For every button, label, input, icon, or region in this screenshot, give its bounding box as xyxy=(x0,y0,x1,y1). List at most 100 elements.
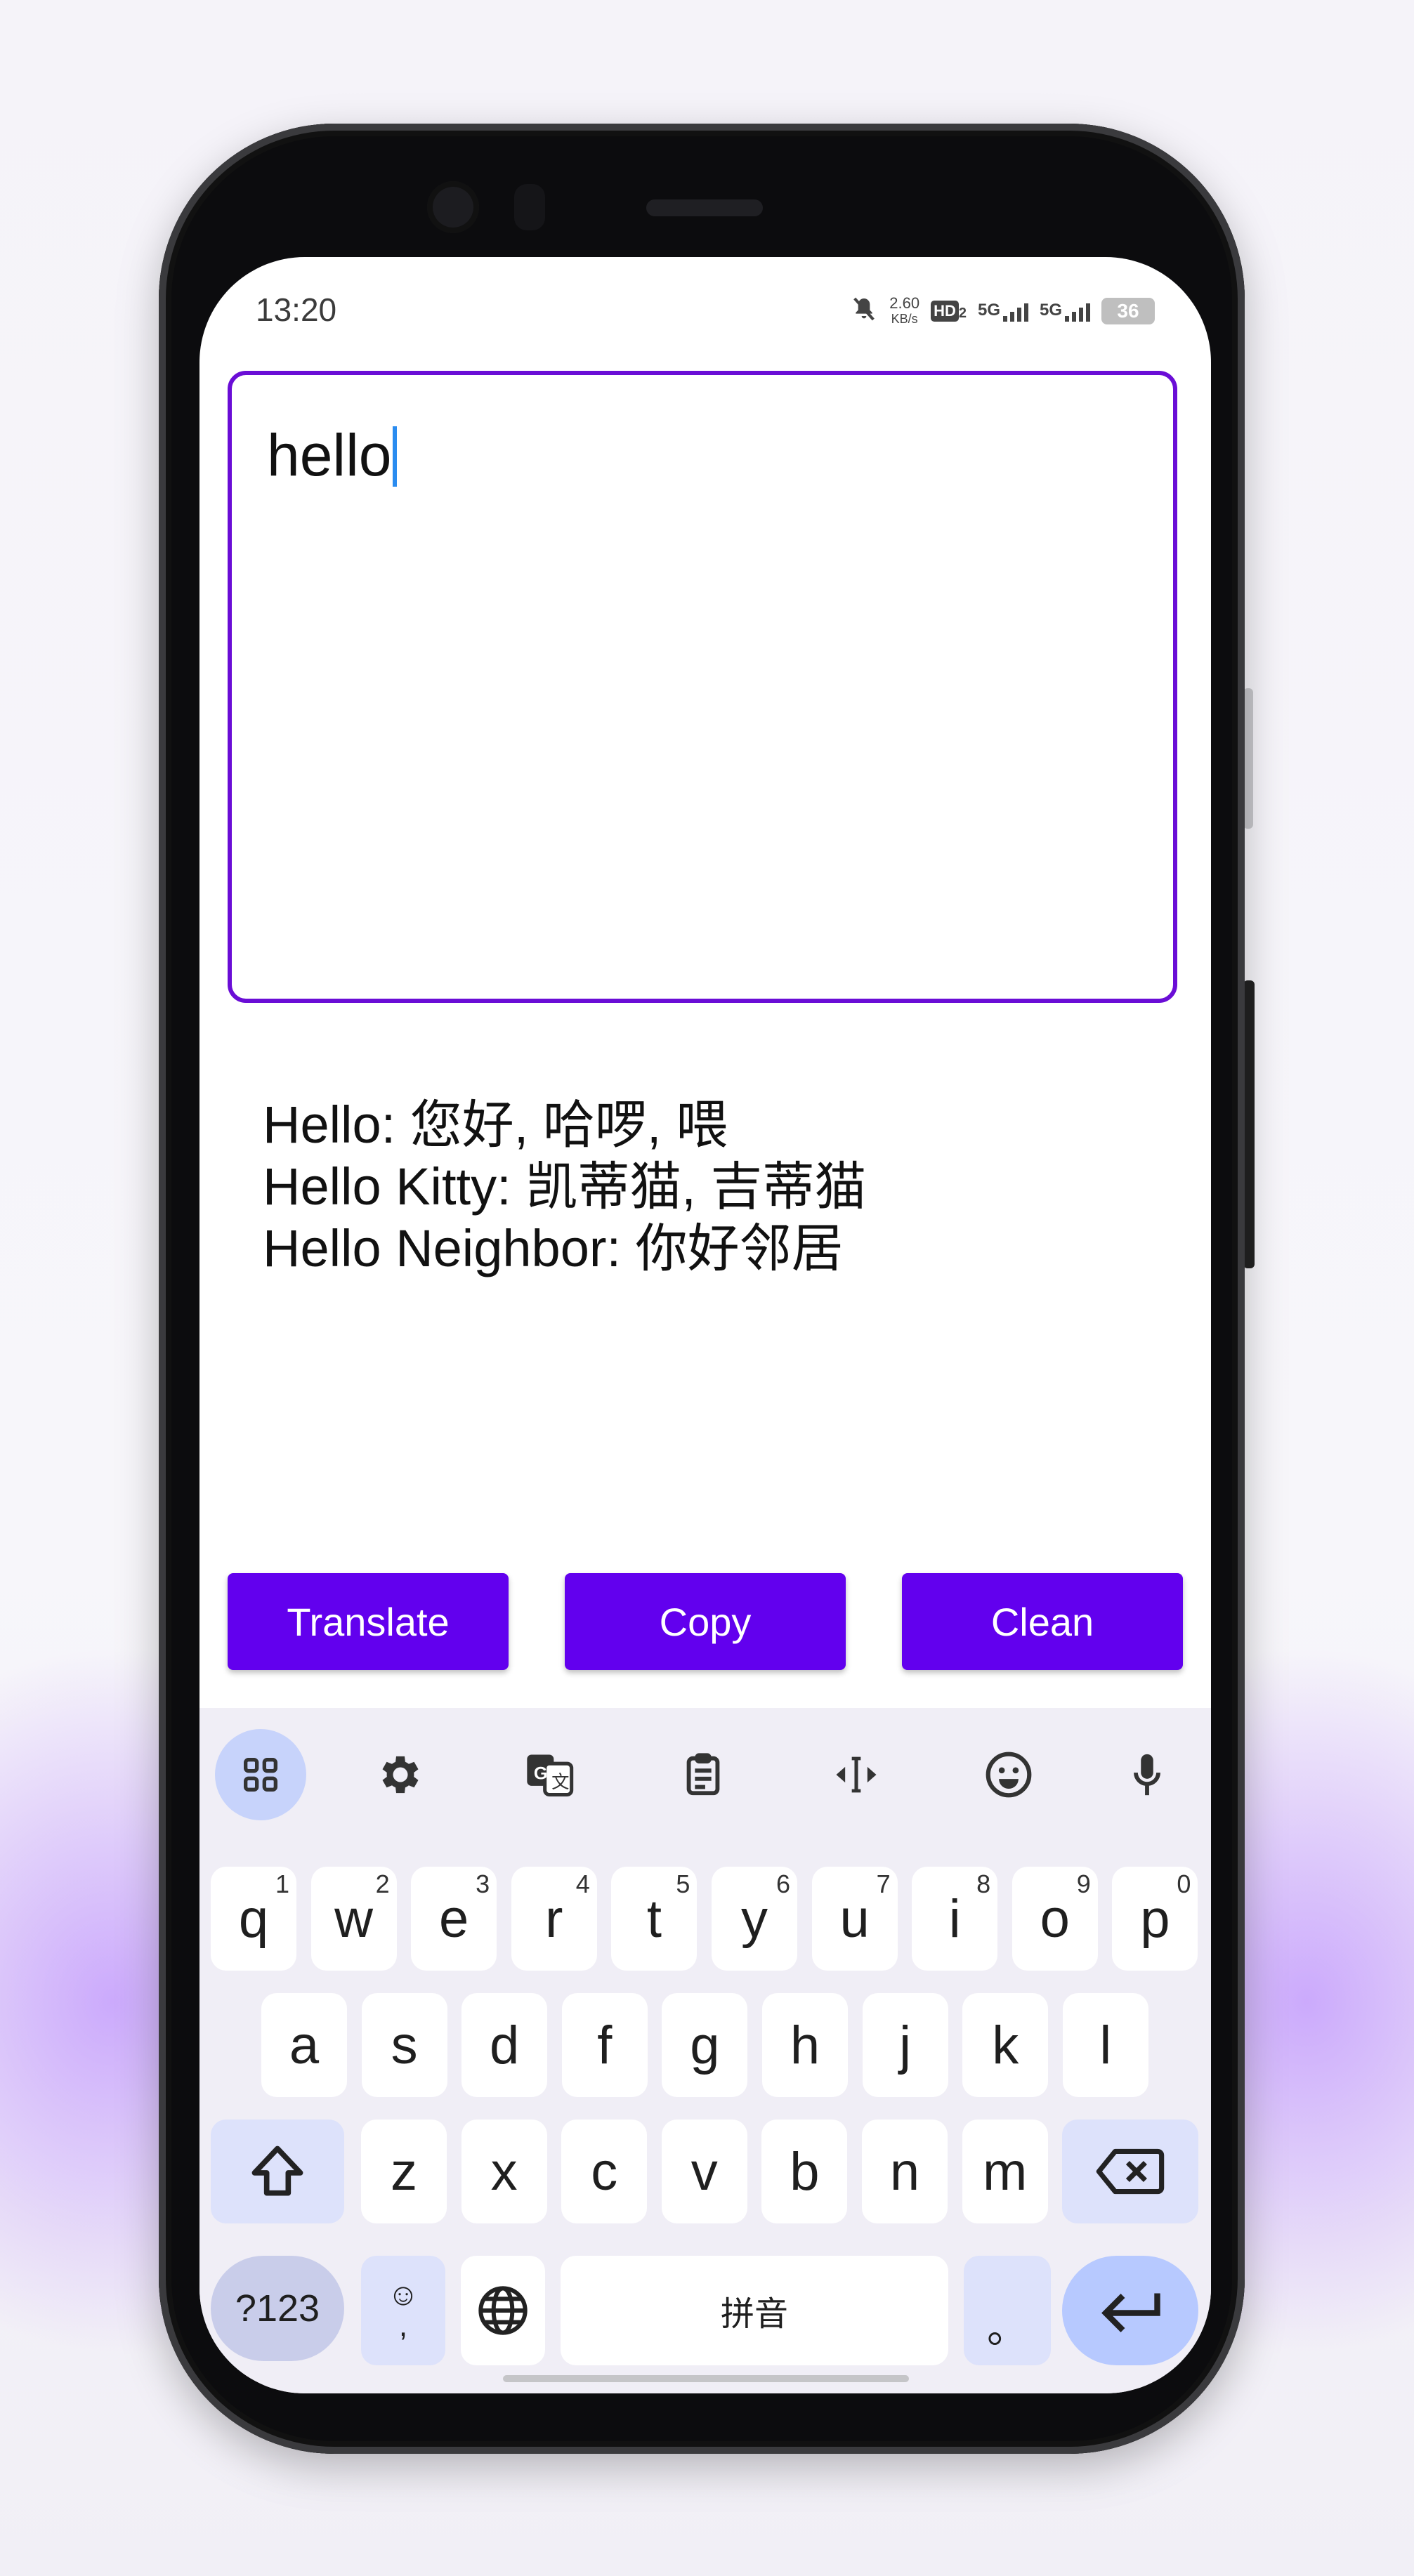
key-hint: 0 xyxy=(1177,1869,1191,1898)
key-w[interactable]: w2 xyxy=(310,1867,397,1971)
space-key[interactable]: 拼音 xyxy=(561,2256,948,2365)
key-d[interactable]: d xyxy=(461,1993,548,2097)
key-r[interactable]: r4 xyxy=(511,1867,597,1971)
key-a[interactable]: a xyxy=(261,1993,347,2097)
hd-sub: 2 xyxy=(958,305,967,321)
key-y[interactable]: y6 xyxy=(712,1867,797,1971)
key-z[interactable]: z xyxy=(361,2120,447,2223)
key-hint: 7 xyxy=(876,1869,891,1898)
translation-results: Hello: 您好, 哈啰, 喂 Hello Kitty: 凯蒂猫, 吉蒂猫 H… xyxy=(263,1094,866,1280)
key-s[interactable]: s xyxy=(361,1993,447,2097)
status-bar: 13:20 2.60 KB/s HD 2 5G 5G 36 xyxy=(199,257,1211,362)
svg-text:G: G xyxy=(534,1763,548,1783)
key-label: m xyxy=(982,2141,1028,2202)
network-speed-value: 2.60 xyxy=(889,294,920,312)
key-h[interactable]: h xyxy=(762,1993,848,2097)
key-label: l xyxy=(1099,2015,1112,2075)
microphone-icon[interactable] xyxy=(1101,1729,1193,1820)
symbols-key[interactable]: ?123 xyxy=(211,2256,344,2361)
emoji-comma-key[interactable]: ☺ , xyxy=(361,2256,445,2365)
key-p[interactable]: p0 xyxy=(1112,1867,1198,1971)
key-label: d xyxy=(490,2015,520,2075)
key-label: p xyxy=(1140,1888,1170,1949)
front-camera xyxy=(427,181,479,233)
key-o[interactable]: o9 xyxy=(1012,1867,1098,1971)
key-label: i xyxy=(948,1888,961,1949)
key-q[interactable]: q1 xyxy=(211,1867,296,1971)
key-hint: 6 xyxy=(775,1869,790,1898)
sim2-label: 5G xyxy=(1039,300,1062,320)
text-cursor xyxy=(393,426,398,487)
volume-button xyxy=(1243,980,1255,1268)
key-label: t xyxy=(646,1888,662,1949)
comma-label: , xyxy=(398,2308,408,2343)
key-hint: 9 xyxy=(1076,1869,1091,1898)
translate-icon[interactable]: G文 xyxy=(504,1729,595,1820)
key-label: h xyxy=(790,2015,820,2075)
key-hint: 5 xyxy=(676,1869,690,1898)
key-label: k xyxy=(992,2015,1019,2075)
key-l[interactable]: l xyxy=(1062,1993,1148,2097)
key-j[interactable]: j xyxy=(862,1993,948,2097)
key-m[interactable]: m xyxy=(962,2120,1048,2223)
key-u[interactable]: u7 xyxy=(811,1867,898,1971)
key-c[interactable]: c xyxy=(561,2120,648,2223)
key-g[interactable]: g xyxy=(662,1993,748,2097)
keyboard-toolbar: G文 xyxy=(199,1708,1211,1820)
key-t[interactable]: t5 xyxy=(611,1867,698,1971)
period-key[interactable]: 。 xyxy=(964,2256,1051,2365)
status-time: 13:20 xyxy=(256,291,337,328)
key-v[interactable]: v xyxy=(661,2120,747,2223)
key-label: c xyxy=(591,2141,618,2202)
power-button xyxy=(1243,688,1253,829)
key-label: s xyxy=(391,2015,418,2075)
key-hint: 1 xyxy=(275,1869,289,1898)
emoji-key-top: ☺ xyxy=(387,2278,419,2312)
battery-icon: 36 xyxy=(1101,297,1155,324)
translate-button[interactable]: Translate xyxy=(228,1573,509,1670)
signal-icon xyxy=(1065,301,1090,322)
key-x[interactable]: x xyxy=(461,2120,547,2223)
key-label: a xyxy=(289,2015,320,2075)
result-line: Hello Kitty: 凯蒂猫, 吉蒂猫 xyxy=(263,1157,867,1216)
text-input-box[interactable]: hello xyxy=(228,371,1177,1003)
apps-grid-icon[interactable] xyxy=(215,1729,306,1820)
network-speed-unit: KB/s xyxy=(891,311,918,326)
gesture-bar[interactable] xyxy=(503,2375,909,2382)
text-input-value[interactable]: hello xyxy=(267,421,398,489)
emoji-icon[interactable] xyxy=(963,1729,1054,1820)
status-icons: 2.60 KB/s HD 2 5G 5G 36 xyxy=(850,295,1155,327)
key-label: x xyxy=(490,2141,518,2202)
sim2-5g: 5G xyxy=(1040,301,1090,322)
input-text: hello xyxy=(267,422,392,488)
key-label: j xyxy=(899,2015,912,2075)
key-label: g xyxy=(690,2015,720,2075)
key-label: o xyxy=(1040,1888,1070,1949)
enter-key[interactable] xyxy=(1062,2256,1198,2365)
key-label: f xyxy=(597,2015,613,2075)
shift-key[interactable] xyxy=(211,2120,344,2223)
sensor xyxy=(514,184,545,230)
key-b[interactable]: b xyxy=(761,2120,848,2223)
key-hint: 8 xyxy=(976,1869,991,1898)
signal-icon xyxy=(1002,301,1028,322)
text-cursor-icon[interactable] xyxy=(811,1729,902,1820)
key-i[interactable]: i8 xyxy=(912,1867,998,1971)
network-speed: 2.60 KB/s xyxy=(889,294,920,327)
clean-button[interactable]: Clean xyxy=(902,1573,1183,1670)
copy-button[interactable]: Copy xyxy=(565,1573,846,1670)
gear-icon[interactable] xyxy=(353,1729,444,1820)
backspace-key[interactable] xyxy=(1062,2120,1198,2223)
globe-icon[interactable] xyxy=(461,2256,545,2365)
key-e[interactable]: e3 xyxy=(411,1867,497,1971)
key-n[interactable]: n xyxy=(862,2120,948,2223)
key-k[interactable]: k xyxy=(962,1993,1049,2097)
key-label: q xyxy=(238,1888,269,1949)
key-label: b xyxy=(790,2141,820,2202)
clipboard-icon[interactable] xyxy=(657,1729,749,1820)
key-label: v xyxy=(690,2141,718,2202)
key-label: z xyxy=(391,2141,417,2202)
result-line: Hello Neighbor: 你好邻居 xyxy=(263,1219,844,1277)
key-f[interactable]: f xyxy=(561,1993,648,2097)
key-label: w xyxy=(334,1888,374,1949)
